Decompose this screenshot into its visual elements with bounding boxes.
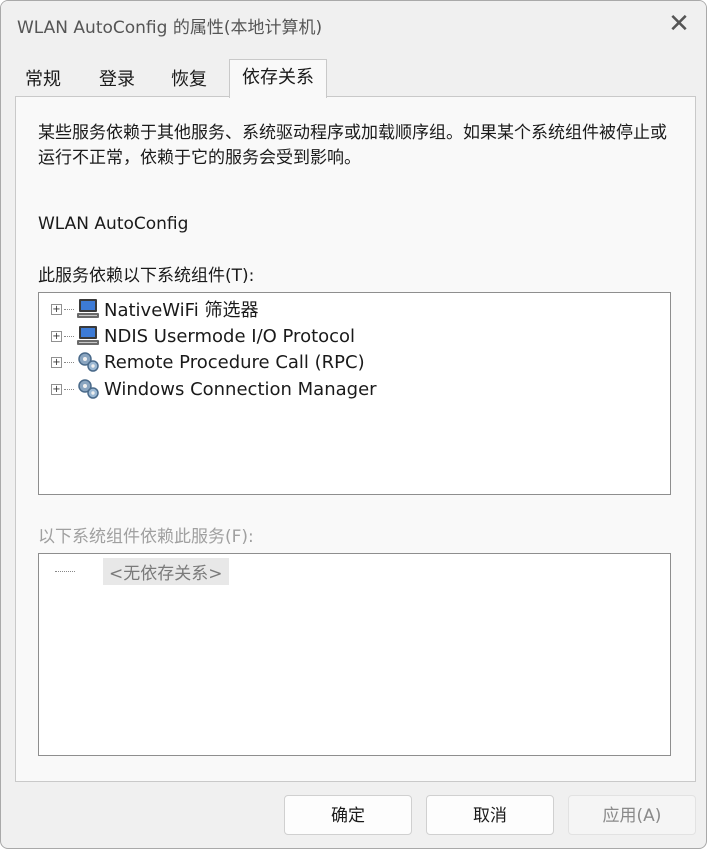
dependencies-panel: 某些服务依赖于其他服务、系统驱动程序或加载顺序组。如果某个系统组件被停止或运行不…	[15, 96, 696, 782]
tree-connector	[64, 361, 74, 363]
tab-logon[interactable]: 登录	[87, 63, 147, 97]
tree-item-rpc[interactable]: + Remote Procedure Call (RPC)	[49, 349, 649, 375]
tab-dependencies[interactable]: 依存关系	[229, 59, 327, 98]
dependents-label: 以下系统组件依赖此服务(F):	[38, 527, 254, 547]
computer-icon	[77, 299, 99, 318]
tree-item-ndis[interactable]: + NDIS Usermode I/O Protocol	[49, 323, 649, 349]
depends-on-tree[interactable]: + NativeWiFi 筛选器 + NDIS Usermode I/O Pro…	[38, 292, 671, 495]
title-bar: WLAN AutoConfig 的属性(本地计算机) ✕	[1, 1, 706, 47]
tree-item-empty: <无依存关系>	[55, 557, 229, 585]
close-icon: ✕	[668, 9, 690, 39]
service-name: WLAN AutoConfig	[38, 214, 189, 234]
tree-item-label: Windows Connection Manager	[104, 378, 377, 400]
gears-icon	[78, 379, 99, 399]
empty-placeholder: <无依存关系>	[103, 557, 229, 585]
cancel-button[interactable]: 取消	[426, 795, 554, 835]
ok-button[interactable]: 确定	[284, 795, 412, 835]
tree-connector	[64, 388, 74, 390]
window-title: WLAN AutoConfig 的属性(本地计算机)	[17, 18, 323, 38]
tree-connector	[55, 570, 75, 572]
expand-icon[interactable]: +	[51, 356, 62, 368]
expand-icon[interactable]: +	[51, 303, 62, 315]
tree-item-label: NDIS Usermode I/O Protocol	[104, 325, 356, 347]
expand-icon[interactable]: +	[51, 330, 62, 342]
gears-icon	[78, 352, 99, 372]
expand-icon[interactable]: +	[51, 383, 62, 395]
properties-dialog: WLAN AutoConfig 的属性(本地计算机) ✕ 常规 登录 恢复 依存…	[0, 0, 707, 849]
close-button[interactable]: ✕	[652, 1, 706, 47]
tree-connector	[64, 335, 74, 337]
computer-icon	[77, 326, 99, 345]
tree-item-nativewifi[interactable]: + NativeWiFi 筛选器	[49, 296, 649, 322]
description-text: 某些服务依赖于其他服务、系统驱动程序或加载顺序组。如果某个系统组件被停止或运行不…	[38, 123, 667, 168]
tab-strip: 常规 登录 恢复 依存关系	[16, 59, 696, 98]
tab-general[interactable]: 常规	[16, 63, 70, 97]
tree-connector	[64, 308, 74, 310]
tree-item-label: Remote Procedure Call (RPC)	[104, 351, 365, 373]
tree-item-label: NativeWiFi 筛选器	[104, 300, 259, 321]
depends-on-label: 此服务依赖以下系统组件(T):	[38, 266, 255, 286]
apply-button[interactable]: 应用(A)	[568, 795, 696, 835]
tab-recovery[interactable]: 恢复	[159, 63, 219, 97]
dependents-tree[interactable]: <无依存关系>	[38, 553, 671, 756]
tree-item-wcm[interactable]: + Windows Connection Manager	[49, 376, 649, 402]
